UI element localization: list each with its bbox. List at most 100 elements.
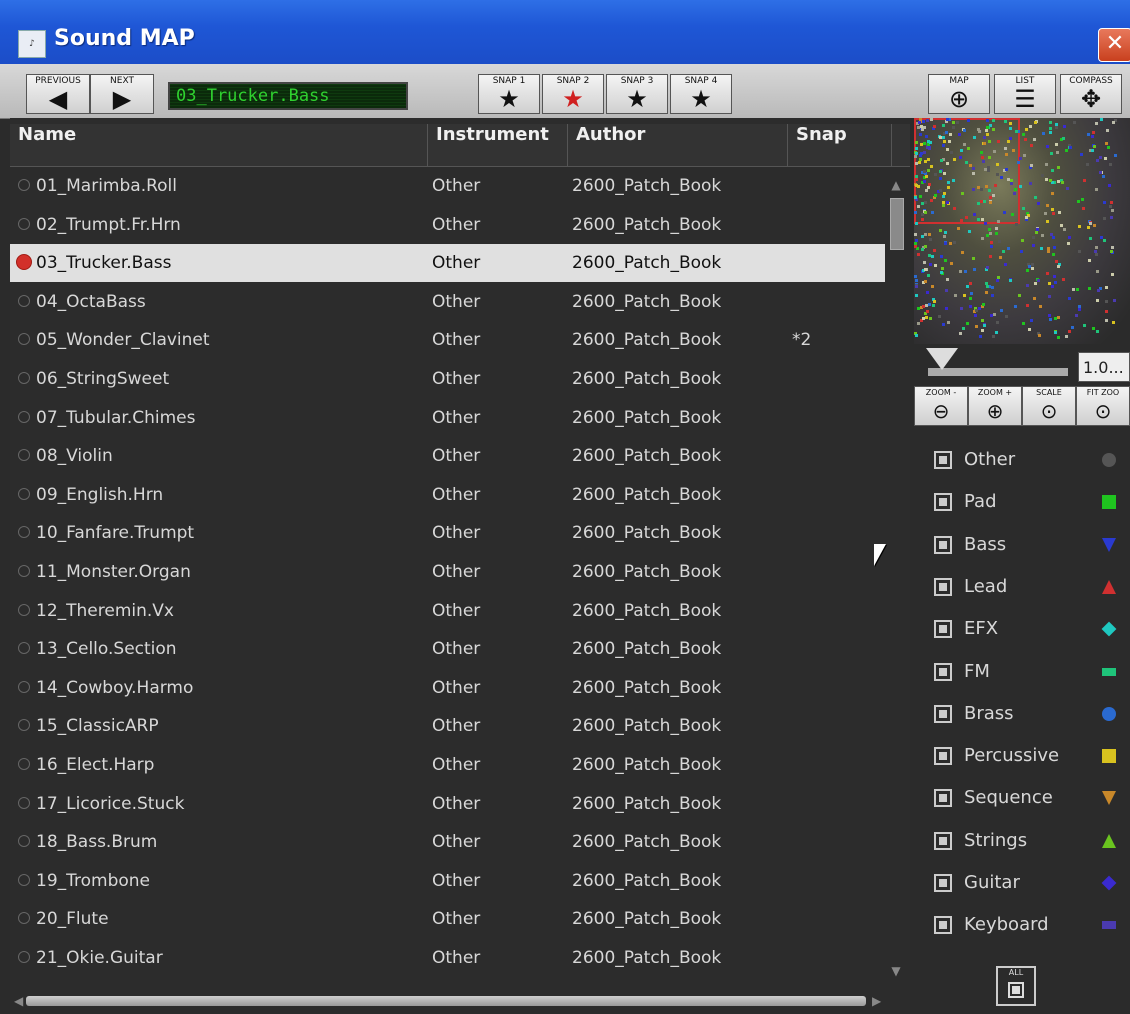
map-point[interactable] — [1074, 314, 1078, 318]
all-toggle-button[interactable]: ALL — [996, 966, 1036, 1006]
map-point[interactable] — [1009, 279, 1013, 283]
map-point[interactable] — [1051, 285, 1055, 289]
legend-item-percussive[interactable]: Percussive — [934, 736, 1130, 776]
map-point[interactable] — [1078, 225, 1082, 229]
map-point[interactable] — [994, 330, 998, 334]
map-point[interactable] — [946, 161, 950, 165]
map-point[interactable] — [1067, 242, 1071, 246]
map-point[interactable] — [927, 232, 931, 236]
map-point[interactable] — [991, 294, 995, 298]
map-point[interactable] — [947, 321, 951, 325]
map-point[interactable] — [1096, 159, 1100, 163]
map-point[interactable] — [923, 260, 927, 264]
map-point[interactable] — [996, 321, 1000, 325]
map-point[interactable] — [943, 241, 947, 245]
map-point[interactable] — [929, 238, 933, 242]
map-point[interactable] — [1105, 310, 1109, 314]
legend-item-fm[interactable]: FM — [934, 652, 1130, 692]
map-point[interactable] — [1095, 252, 1099, 256]
row-radio-icon[interactable] — [18, 873, 30, 886]
map-point[interactable] — [942, 195, 946, 199]
map-point[interactable] — [981, 155, 985, 159]
map-point[interactable] — [991, 128, 995, 132]
map-point[interactable] — [1011, 212, 1015, 216]
map-point[interactable] — [967, 118, 971, 122]
map-point[interactable] — [918, 195, 922, 199]
map-point[interactable] — [1049, 126, 1053, 130]
map-point[interactable] — [1011, 148, 1015, 152]
map-point[interactable] — [959, 218, 963, 222]
map-point[interactable] — [915, 140, 919, 144]
map-point[interactable] — [1109, 201, 1113, 205]
map-point[interactable] — [923, 233, 927, 237]
map-point[interactable] — [942, 203, 946, 207]
map-point[interactable] — [1010, 182, 1014, 186]
map-point[interactable] — [1052, 235, 1056, 239]
map-point[interactable] — [919, 133, 923, 137]
scroll-left-icon[interactable]: ◀ — [14, 994, 23, 1008]
map-point[interactable] — [986, 234, 990, 238]
map-point[interactable] — [1054, 123, 1058, 127]
table-row[interactable]: 08_Violin Other 2600_Patch_Book — [10, 437, 885, 475]
map-point[interactable] — [1090, 134, 1094, 138]
map-point[interactable] — [967, 146, 971, 150]
map-point[interactable] — [1007, 140, 1011, 144]
map-point[interactable] — [938, 314, 942, 318]
map-point[interactable] — [1105, 141, 1109, 145]
map-point[interactable] — [1073, 121, 1077, 125]
map-point[interactable] — [983, 136, 987, 140]
map-point[interactable] — [1021, 206, 1025, 210]
map-point[interactable] — [933, 300, 937, 304]
map-point[interactable] — [942, 191, 946, 195]
map-point[interactable] — [1061, 137, 1065, 141]
map-point[interactable] — [988, 155, 992, 159]
map-point[interactable] — [922, 119, 926, 123]
map-point[interactable] — [1060, 224, 1064, 228]
map-point[interactable] — [1024, 215, 1028, 219]
map-point[interactable] — [978, 307, 982, 311]
map-point[interactable] — [985, 291, 989, 295]
map-point[interactable] — [1048, 318, 1052, 322]
map-point[interactable] — [1072, 288, 1076, 292]
scroll-down-icon[interactable]: ▼ — [889, 964, 903, 978]
map-point[interactable] — [1088, 236, 1092, 240]
map-point[interactable] — [930, 198, 934, 202]
map-point[interactable] — [1009, 126, 1013, 130]
row-radio-icon[interactable] — [18, 719, 30, 732]
map-point[interactable] — [983, 324, 987, 328]
map-point[interactable] — [1004, 120, 1008, 124]
map-point[interactable] — [1038, 334, 1041, 338]
map-point[interactable] — [914, 210, 917, 214]
row-radio-icon[interactable] — [18, 680, 30, 693]
map-point[interactable] — [943, 235, 947, 239]
row-radio-icon[interactable] — [18, 410, 30, 423]
map-point[interactable] — [1012, 191, 1016, 195]
map-point[interactable] — [1016, 160, 1020, 164]
map-point[interactable] — [1023, 154, 1027, 158]
map-point[interactable] — [979, 188, 983, 192]
map-point[interactable] — [1051, 208, 1055, 211]
map-point[interactable] — [997, 139, 1001, 143]
map-point[interactable] — [1111, 245, 1115, 249]
list-view-button[interactable]: LIST ☰ — [994, 74, 1056, 114]
close-button[interactable]: ✕ — [1098, 28, 1130, 62]
map-point[interactable] — [1103, 200, 1107, 204]
map-point[interactable] — [1113, 153, 1117, 157]
map-point[interactable] — [914, 146, 918, 150]
map-point[interactable] — [1045, 271, 1049, 275]
map-point[interactable] — [914, 285, 918, 289]
map-point[interactable] — [924, 244, 928, 248]
map-point[interactable] — [996, 162, 1000, 166]
map-point[interactable] — [1052, 252, 1056, 256]
map-point[interactable] — [1034, 196, 1038, 200]
snap-4-button[interactable]: SNAP 4 ★ — [670, 74, 732, 114]
legend-checkbox[interactable] — [934, 747, 952, 766]
map-point[interactable] — [959, 332, 963, 336]
map-point[interactable] — [963, 269, 967, 273]
map-point[interactable] — [924, 316, 928, 320]
map-point[interactable] — [992, 313, 996, 317]
map-point[interactable] — [1099, 170, 1103, 174]
map-point[interactable] — [941, 143, 945, 147]
map-point[interactable] — [952, 126, 956, 130]
map-point[interactable] — [966, 284, 970, 288]
